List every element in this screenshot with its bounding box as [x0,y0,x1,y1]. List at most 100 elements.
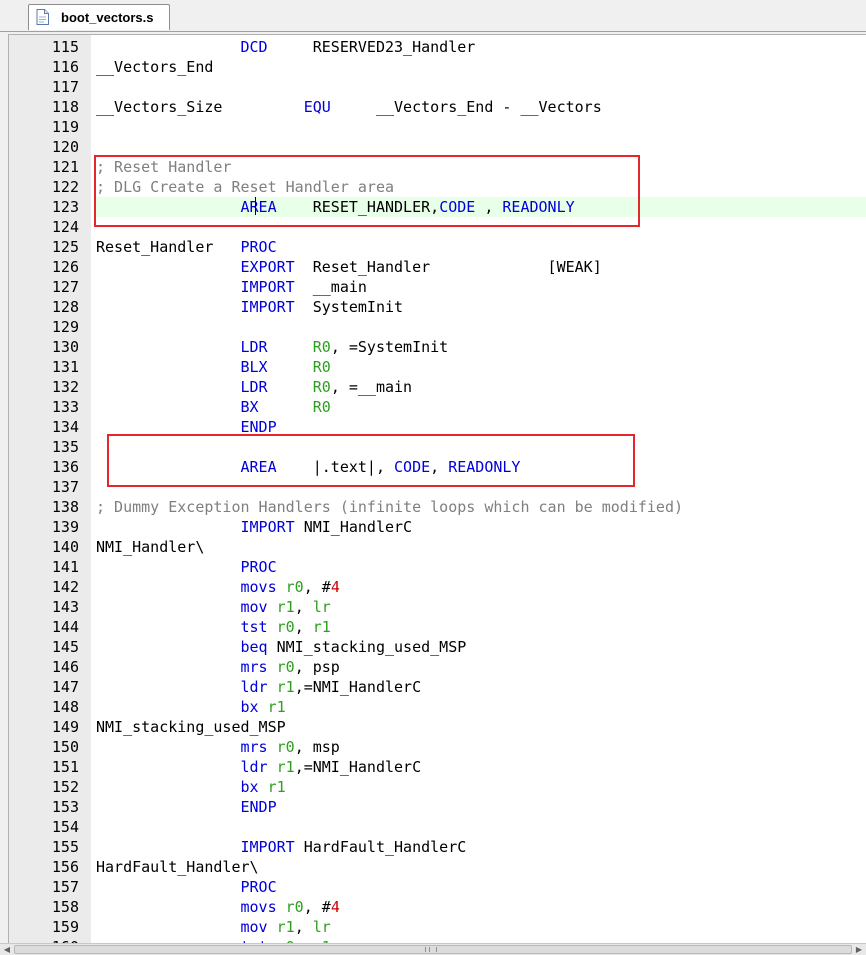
code-line[interactable]: 146 mrs r0, psp [9,657,866,677]
code-line[interactable]: 153 ENDP [9,797,866,817]
token-kw: CODE [439,198,476,216]
code-line[interactable]: 141 PROC [9,557,866,577]
line-number: 121 [51,158,79,176]
code-line[interactable]: 147 ldr r1,=NMI_HandlerC [9,677,866,697]
line-code: PROC [96,877,866,897]
token-text: , =__main [330,378,413,396]
code-line[interactable]: 137 [9,477,866,497]
code-line[interactable]: 151 ldr r1,=NMI_HandlerC [9,757,866,777]
code-editor[interactable]: 115 DCD RESERVED23_Handler 116 __Vectors_E… [8,34,866,944]
code-line[interactable]: 139 IMPORT NMI_HandlerC [9,517,866,537]
line-code: IMPORT HardFault_HandlerC [96,837,866,857]
code-line[interactable]: 148 bx r1 [9,697,866,717]
line-number: 141 [51,558,79,576]
code-line[interactable]: 154 [9,817,866,837]
code-line[interactable]: 135 [9,437,866,457]
token-reg: lr [312,918,331,936]
tab-label: boot_vectors.s [61,10,154,25]
code-line[interactable]: 122 ; DLG Create a Reset Handler area [9,177,866,197]
token-reg: r1 [267,698,286,716]
token-text: RESET_HANDLER, [276,198,440,216]
code-line[interactable]: 155 IMPORT HardFault_HandlerC [9,837,866,857]
arrow-left-icon[interactable]: ◀ [2,945,12,955]
token-text: __main [294,278,367,296]
code-line[interactable]: 159 mov r1, lr [9,917,866,937]
code-line[interactable]: 126 EXPORT Reset_Handler [WEAK] [9,257,866,277]
line-code: ; DLG Create a Reset Handler area [96,177,866,197]
line-code: mrs r0, psp [96,657,866,677]
code-line[interactable]: 140 NMI_Handler\ [9,537,866,557]
code-line[interactable]: 117 [9,77,866,97]
code-line[interactable]: 138 ; Dummy Exception Handlers (infinite … [9,497,866,517]
line-number: 145 [51,638,79,656]
code-line[interactable]: 150 mrs r0, msp [9,737,866,757]
token-text: Reset_Handler [96,238,241,256]
token-reg: R0 [312,358,331,376]
line-code: DCD RESERVED23_Handler [96,37,866,57]
code-line[interactable]: 116 __Vectors_End [9,57,866,77]
code-line[interactable]: 115 DCD RESERVED23_Handler [9,37,866,57]
code-line[interactable]: 143 mov r1, lr [9,597,866,617]
line-number: 118 [51,98,79,116]
code-line[interactable]: 119 [9,117,866,137]
token-reg: r0 [276,618,295,636]
token-reg: r1 [276,678,295,696]
arrow-right-icon[interactable]: ▶ [854,945,864,955]
token-text: NMI_stacking_used_MSP [96,718,286,736]
code-line[interactable]: 158 movs r0, #4 [9,897,866,917]
code-line[interactable]: 144 tst r0, r1 [9,617,866,637]
code-line[interactable]: 118 __Vectors_Size EQU __Vectors_End - __… [9,97,866,117]
token-kw: EQU [303,98,331,116]
line-code: bx r1 [96,697,866,717]
code-line[interactable]: 127 IMPORT __main [9,277,866,297]
line-number: 152 [51,778,79,796]
line-number: 158 [51,898,79,916]
line-code: movs r0, #4 [96,577,866,597]
tab-boot-vectors[interactable]: boot_vectors.s [28,4,170,30]
code-line[interactable]: 130 LDR R0, =SystemInit [9,337,866,357]
code-line[interactable]: 149 NMI_stacking_used_MSP [9,717,866,737]
code-line[interactable]: 128 IMPORT SystemInit [9,297,866,317]
code-line[interactable]: 124 [9,217,866,237]
code-line[interactable]: 133 BX R0 [9,397,866,417]
code-line[interactable]: 134 ENDP [9,417,866,437]
token-reg: R0 [312,378,331,396]
code-line[interactable]: 152 bx r1 [9,777,866,797]
line-number: 151 [51,758,79,776]
code-line[interactable]: 145 beq NMI_stacking_used_MSP [9,637,866,657]
line-code: ldr r1,=NMI_HandlerC [96,677,866,697]
code-line[interactable]: 121 ; Reset Handler [9,157,866,177]
code-line[interactable]: 123 AREA RESET_HANDLER,CODE , READONLY [9,197,866,217]
horizontal-scrollbar[interactable]: ◀ ▶ [0,943,866,955]
scrollbar-thumb[interactable] [14,945,852,954]
code-line[interactable]: 120 [9,137,866,157]
code-line[interactable]: 125 Reset_Handler PROC [9,237,866,257]
token-text: , msp [294,738,340,756]
token-reg: r1 [276,598,295,616]
token-kw: PROC [240,558,277,576]
token-reg: r0 [276,738,295,756]
line-code: __Vectors_Size EQU __Vectors_End - __Vec… [96,97,866,117]
code-line[interactable]: 132 LDR R0, =__main [9,377,866,397]
token-reg: r0 [285,898,304,916]
code-line[interactable]: 131 BLX R0 [9,357,866,377]
code-line[interactable]: 157 PROC [9,877,866,897]
token-kw: BLX [240,358,268,376]
code-line[interactable]: 156 HardFault_Handler\ [9,857,866,877]
token-kw: DCD [240,38,268,56]
code-line[interactable]: 136 AREA |.text|, CODE, READONLY [9,457,866,477]
code-line[interactable]: 142 movs r0, #4 [9,577,866,597]
line-code: ; Dummy Exception Handlers (infinite loo… [96,497,866,517]
line-code [96,117,866,137]
line-number: 125 [51,238,79,256]
code-line[interactable]: 129 [9,317,866,337]
